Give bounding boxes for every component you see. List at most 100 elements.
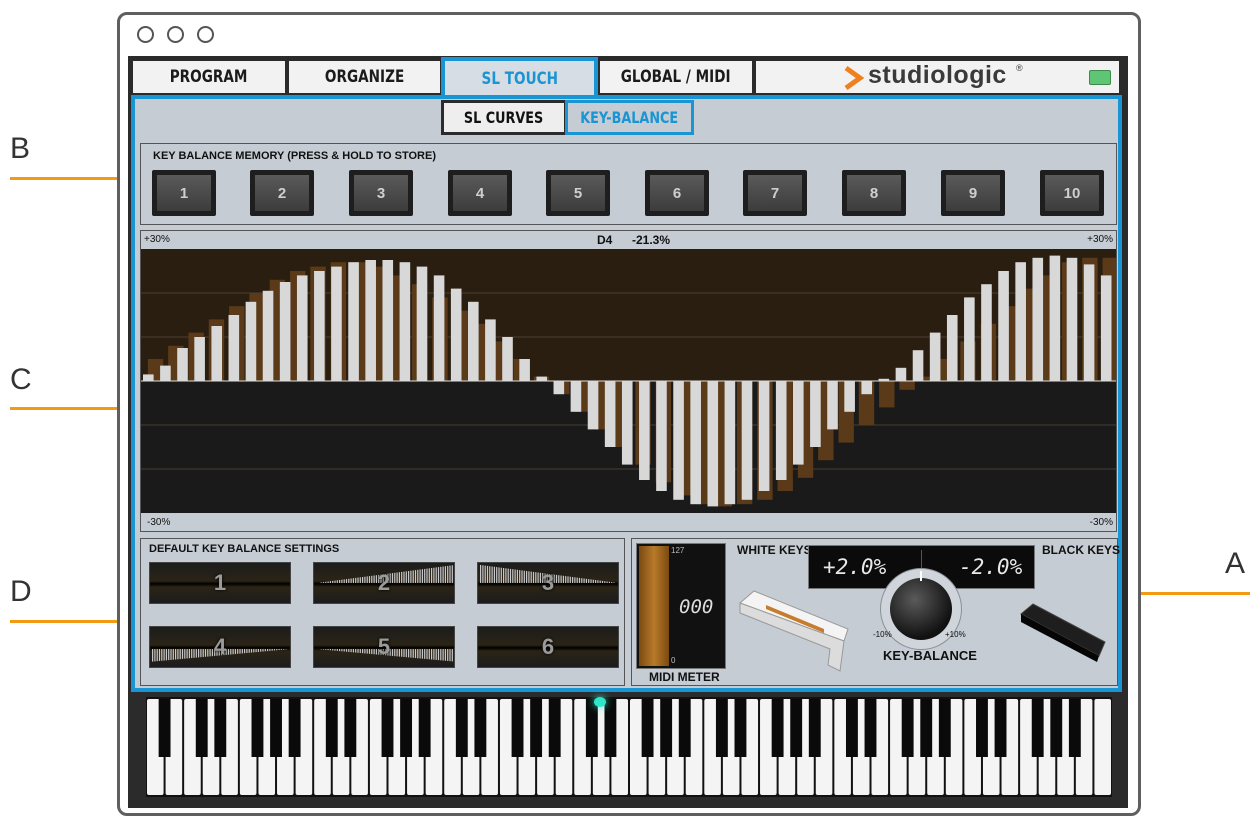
default-preset-2[interactable]: 2 (313, 562, 455, 604)
tab-sl-touch[interactable]: SL TOUCH (441, 57, 598, 97)
white-key-bar (1049, 255, 1061, 381)
key-balance-chart[interactable]: +30% +30% D4 -21.3% -30% -30% (140, 230, 1117, 532)
preset-curve-bar (601, 580, 604, 583)
piano-keys[interactable] (146, 697, 1112, 797)
default-preset-1[interactable]: 1 (149, 562, 291, 604)
subtab-sl-curves[interactable]: SL CURVES (441, 100, 567, 135)
preset-curve-bar (440, 649, 442, 661)
tab-program[interactable]: PROGRAM (133, 61, 285, 93)
preset-curve-bar (396, 572, 398, 583)
preset-curve-bar (161, 649, 163, 661)
preset-curve-bar (419, 569, 421, 583)
preset-curve-bar (200, 649, 202, 658)
white-key-bar (382, 260, 394, 381)
memory-slot-1[interactable]: 1 (152, 170, 216, 216)
preset-curve-bar (590, 579, 592, 583)
preset-curve-bar (355, 577, 357, 583)
chart-top-left-label: +30% (144, 234, 170, 245)
preset-curve-bar (519, 570, 521, 583)
white-key-bar (536, 376, 548, 381)
white-key-bar (519, 359, 530, 381)
preset-curve-bar (532, 571, 535, 583)
black-keys-label: BLACK KEYS (1042, 543, 1121, 557)
preset-curve-bar (421, 649, 423, 659)
preset-curve-bar (581, 578, 583, 583)
knob-min-label: -10% (873, 630, 892, 639)
preset-curve-bar (244, 649, 246, 654)
default-preset-3[interactable]: 3 (477, 562, 619, 604)
white-key-bar (177, 348, 188, 381)
preset-curve-bar (526, 571, 528, 583)
white-key-bar (656, 381, 667, 491)
preset-curve-bar (398, 649, 400, 657)
preset-curve-bar (163, 649, 165, 661)
white-keys-label: WHITE KEYS (737, 543, 812, 557)
tab-organize[interactable]: ORGANIZE (289, 61, 440, 93)
preset-curve-bar (250, 649, 253, 653)
black-key (994, 699, 1007, 757)
preset-curve-bar (350, 649, 352, 653)
preset-curve-bar (253, 649, 255, 653)
window-zoom-button[interactable] (197, 26, 214, 43)
memory-slot-2[interactable]: 2 (250, 170, 314, 216)
memory-slot-9[interactable]: 9 (941, 170, 1005, 216)
preset-curve-bar (329, 581, 331, 583)
memory-slot-6[interactable]: 6 (645, 170, 709, 216)
piano-keyboard[interactable] (146, 697, 1112, 797)
white-key-bar (981, 284, 992, 381)
preset-curve-bar (606, 581, 608, 583)
preset-curve-bar (345, 579, 348, 583)
window-minimize-button[interactable] (167, 26, 184, 43)
preset-curve-bar (204, 649, 207, 657)
preset-curve-bar (188, 649, 190, 659)
memory-slot-5[interactable]: 5 (546, 170, 610, 216)
preset-curve-bar (339, 580, 341, 583)
preset-curve-bar (373, 575, 375, 583)
black-key (325, 699, 338, 757)
preset-curve-bar (366, 576, 368, 583)
preset-curve-bar (364, 576, 366, 583)
memory-slot-10[interactable]: 10 (1040, 170, 1104, 216)
black-key (418, 699, 431, 757)
white-key-bar (964, 297, 975, 381)
preset-curve-bar (574, 577, 576, 583)
default-preset-5[interactable]: 5 (313, 626, 455, 668)
preset-curve-bar (431, 568, 433, 583)
default-preset-4[interactable]: 4 (149, 626, 291, 668)
preset-curve-bar (391, 573, 394, 583)
window-close-button[interactable] (137, 26, 154, 43)
preset-curve-bar (179, 649, 181, 660)
memory-slot-4[interactable]: 4 (448, 170, 512, 216)
preset-curve-bar (332, 649, 334, 651)
brand-arrow-icon (844, 65, 865, 91)
preset-curve-bar (364, 649, 366, 654)
preset-curve-bar (426, 649, 428, 660)
key-indicator-led (594, 697, 606, 707)
chart-plot-area[interactable] (141, 249, 1116, 513)
black-key (660, 699, 673, 757)
preset-curve-bar (505, 568, 507, 583)
white-key-bar (570, 381, 582, 412)
preset-curve-bar (424, 568, 426, 583)
preset-curve-bar (283, 649, 285, 650)
black-key (455, 699, 468, 757)
preset-curve-bar (500, 567, 502, 583)
preset-curve-bar (329, 649, 331, 651)
memory-slot-label: 3 (354, 175, 408, 211)
memory-slot-7[interactable]: 7 (743, 170, 807, 216)
preset-curve-bar (449, 565, 451, 583)
default-preset-6[interactable]: 6 (477, 626, 619, 668)
preset-curve-bar (348, 649, 350, 652)
preset-curve-bar (368, 576, 371, 583)
preset-curve-bar (405, 571, 407, 583)
white-key-bar (245, 301, 257, 381)
memory-slot-8[interactable]: 8 (842, 170, 906, 216)
subtab-key-balance[interactable]: KEY-BALANCE (565, 100, 694, 135)
preset-curve-bar (362, 577, 364, 583)
tab-global-midi[interactable]: GLOBAL / MIDI (600, 61, 752, 93)
black-key (678, 699, 691, 757)
memory-slot-3[interactable]: 3 (349, 170, 413, 216)
black-key (845, 699, 858, 757)
black-key (511, 699, 524, 757)
black-key (1068, 699, 1081, 757)
